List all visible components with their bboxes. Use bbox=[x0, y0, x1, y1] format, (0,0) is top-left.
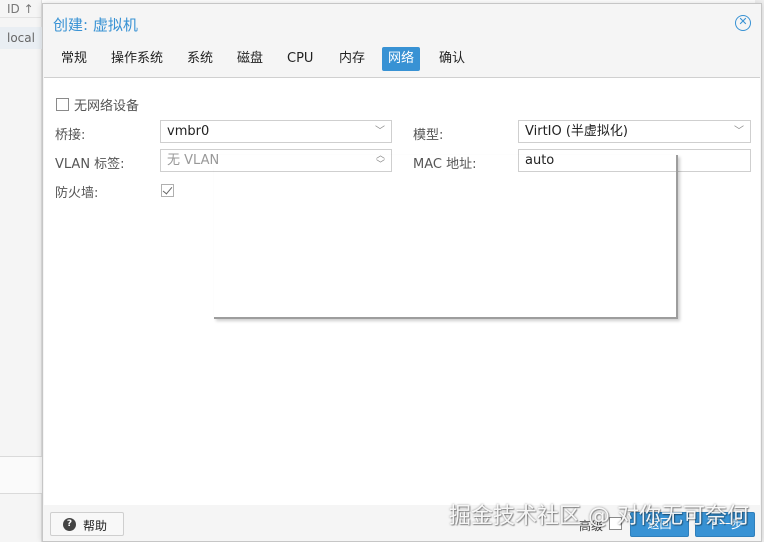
dropdown-shadow bbox=[214, 155, 678, 319]
help-button[interactable]: ? 帮助 bbox=[50, 512, 124, 536]
tab-disk[interactable]: 磁盘 bbox=[231, 47, 269, 71]
bridge-value: vmbr0 bbox=[167, 124, 210, 139]
grid-row-local[interactable]: local bbox=[0, 27, 42, 49]
network-panel: 无网络设备 桥接: vmbr0 ﹀ VLAN 标签: 无 VLAN ︿ ﹀ 防火墙… bbox=[44, 77, 760, 505]
model-select[interactable]: VirtIO (半虚拟化) ﹀ bbox=[518, 120, 751, 143]
tab-system[interactable]: 系统 bbox=[181, 47, 219, 71]
watermark-text: 掘金技术社区 @ 对你无可奈何 bbox=[449, 504, 749, 529]
tab-confirm[interactable]: 确认 bbox=[433, 47, 471, 71]
question-circle-icon: ? bbox=[63, 518, 76, 531]
tab-cpu[interactable]: CPU bbox=[281, 47, 319, 71]
help-button-label: 帮助 bbox=[83, 519, 108, 533]
tab-memory[interactable]: 内存 bbox=[333, 47, 371, 71]
wizard-tabbar: 常规 操作系统 系统 磁盘 CPU 内存 网络 确认 bbox=[43, 46, 761, 74]
bridge-label: 桥接: bbox=[55, 128, 86, 143]
model-label: 模型: bbox=[413, 128, 444, 143]
close-icon[interactable]: ✕ bbox=[735, 15, 751, 31]
background-grid: ID ↑ local bbox=[0, 0, 42, 542]
grid-footer bbox=[0, 456, 42, 494]
no-network-device-label: 无网络设备 bbox=[74, 99, 140, 114]
model-value: VirtIO (半虚拟化) bbox=[525, 124, 629, 139]
tab-os[interactable]: 操作系统 bbox=[105, 47, 169, 71]
tab-network[interactable]: 网络 bbox=[382, 47, 421, 71]
grid-column-header-id[interactable]: ID ↑ bbox=[0, 0, 42, 18]
firewall-checkbox[interactable] bbox=[161, 184, 174, 197]
dialog-title: 创建: 虚拟机 bbox=[53, 16, 138, 34]
vlan-tag-label: VLAN 标签: bbox=[55, 157, 125, 172]
bridge-select[interactable]: vmbr0 ﹀ bbox=[160, 120, 392, 143]
vlan-tag-value: 无 VLAN bbox=[167, 153, 220, 168]
dialog-header: 创建: 虚拟机 ✕ bbox=[43, 4, 761, 42]
firewall-label: 防火墙: bbox=[55, 186, 99, 201]
tab-general[interactable]: 常规 bbox=[55, 47, 93, 71]
create-vm-dialog: 创建: 虚拟机 ✕ 常规 操作系统 系统 磁盘 CPU 内存 网络 确认 无网络… bbox=[42, 3, 762, 542]
chevron-down-icon[interactable]: ﹀ bbox=[375, 121, 385, 142]
chevron-down-icon[interactable]: ﹀ bbox=[734, 121, 744, 142]
no-network-device-checkbox[interactable] bbox=[56, 98, 69, 111]
